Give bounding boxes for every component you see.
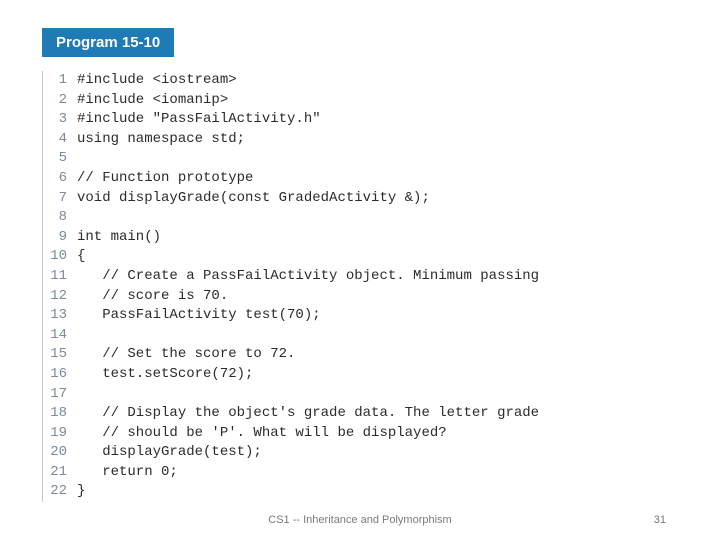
line-code: PassFailActivity test(70); — [77, 306, 321, 326]
line-number: 16 — [43, 365, 77, 385]
line-code: void displayGrade(const GradedActivity &… — [77, 189, 430, 209]
line-number: 7 — [43, 189, 77, 209]
code-line: 2#include <iomanip> — [43, 91, 670, 111]
line-code: // score is 70. — [77, 287, 228, 307]
line-code: displayGrade(test); — [77, 443, 262, 463]
line-code: int main() — [77, 228, 161, 248]
footer-text: CS1 -- Inheritance and Polymorphism — [268, 514, 451, 526]
code-line: 19 // should be 'P'. What will be displa… — [43, 424, 670, 444]
line-number: 2 — [43, 91, 77, 111]
code-line: 12 // score is 70. — [43, 287, 670, 307]
code-line: 20 displayGrade(test); — [43, 443, 670, 463]
line-number: 15 — [43, 345, 77, 365]
code-line: 8 — [43, 208, 670, 228]
line-number: 14 — [43, 326, 77, 346]
line-number: 3 — [43, 110, 77, 130]
code-line: 1#include <iostream> — [43, 71, 670, 91]
code-line: 7void displayGrade(const GradedActivity … — [43, 189, 670, 209]
line-number: 22 — [43, 482, 77, 502]
line-number: 11 — [43, 267, 77, 287]
line-code: return 0; — [77, 463, 178, 483]
line-code: // Function prototype — [77, 169, 253, 189]
code-block: 1#include <iostream>2#include <iomanip>3… — [42, 71, 670, 502]
code-line: 11 // Create a PassFailActivity object. … — [43, 267, 670, 287]
line-number: 8 — [43, 208, 77, 228]
code-line: 15 // Set the score to 72. — [43, 345, 670, 365]
program-heading: Program 15-10 — [42, 28, 174, 57]
code-line: 10{ — [43, 247, 670, 267]
line-number: 1 — [43, 71, 77, 91]
line-code: } — [77, 482, 85, 502]
code-line: 18 // Display the object's grade data. T… — [43, 404, 670, 424]
line-number: 6 — [43, 169, 77, 189]
line-code: #include "PassFailActivity.h" — [77, 110, 321, 130]
line-number: 12 — [43, 287, 77, 307]
line-code: { — [77, 247, 85, 267]
line-number: 5 — [43, 149, 77, 169]
code-line: 22} — [43, 482, 670, 502]
line-number: 18 — [43, 404, 77, 424]
line-code: // Create a PassFailActivity object. Min… — [77, 267, 539, 287]
code-line: 16 test.setScore(72); — [43, 365, 670, 385]
code-line: 13 PassFailActivity test(70); — [43, 306, 670, 326]
line-code: // Set the score to 72. — [77, 345, 295, 365]
code-line: 3#include "PassFailActivity.h" — [43, 110, 670, 130]
line-code: #include <iostream> — [77, 71, 237, 91]
line-code: using namespace std; — [77, 130, 245, 150]
code-line: 9int main() — [43, 228, 670, 248]
line-number: 9 — [43, 228, 77, 248]
line-code: #include <iomanip> — [77, 91, 228, 111]
code-line: 4using namespace std; — [43, 130, 670, 150]
line-number: 17 — [43, 385, 77, 405]
line-number: 10 — [43, 247, 77, 267]
code-line: 21 return 0; — [43, 463, 670, 483]
line-number: 20 — [43, 443, 77, 463]
line-code: // should be 'P'. What will be displayed… — [77, 424, 447, 444]
code-line: 14 — [43, 326, 670, 346]
line-number: 21 — [43, 463, 77, 483]
code-line: 6// Function prototype — [43, 169, 670, 189]
line-code: test.setScore(72); — [77, 365, 253, 385]
page-number: 31 — [654, 514, 666, 526]
line-number: 19 — [43, 424, 77, 444]
line-number: 4 — [43, 130, 77, 150]
line-code: // Display the object's grade data. The … — [77, 404, 539, 424]
line-number: 13 — [43, 306, 77, 326]
slide: Program 15-10 1#include <iostream>2#incl… — [0, 0, 720, 540]
footer: CS1 -- Inheritance and Polymorphism — [0, 514, 720, 526]
code-line: 17 — [43, 385, 670, 405]
code-line: 5 — [43, 149, 670, 169]
